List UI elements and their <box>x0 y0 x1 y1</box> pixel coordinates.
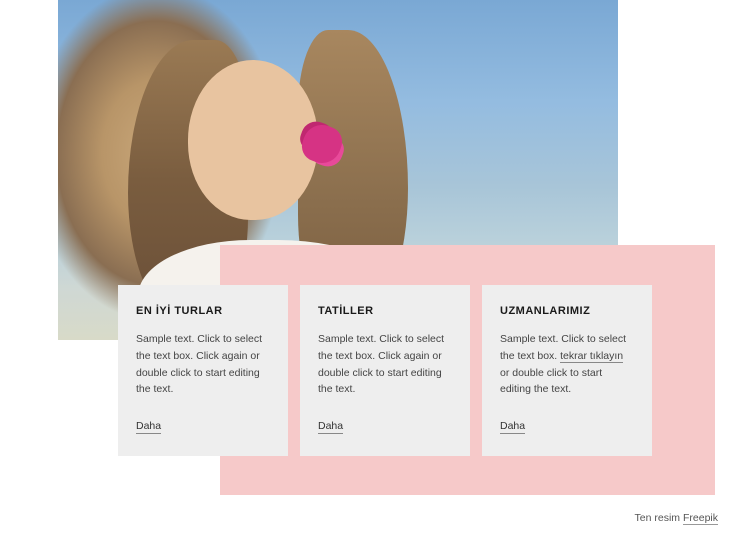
card-text: Sample text. Click to select the text bo… <box>318 331 452 398</box>
more-link[interactable]: Daha <box>318 420 343 434</box>
inline-again-link[interactable]: tekrar tıklayın <box>560 350 623 363</box>
image-attribution: Ten resim Freepik <box>635 512 718 524</box>
card-experts: UZMANLARIMIZ Sample text. Click to selec… <box>482 285 652 456</box>
card-title: UZMANLARIMIZ <box>500 305 634 317</box>
card-text: Sample text. Click to select the text bo… <box>136 331 270 398</box>
attribution-link[interactable]: Freepik <box>683 512 718 525</box>
cards-container: EN İYİ TURLAR Sample text. Click to sele… <box>118 285 652 456</box>
card-holidays: TATİLLER Sample text. Click to select th… <box>300 285 470 456</box>
more-link[interactable]: Daha <box>500 420 525 434</box>
card-best-tours: EN İYİ TURLAR Sample text. Click to sele… <box>118 285 288 456</box>
card-title: EN İYİ TURLAR <box>136 305 270 317</box>
card-text: Sample text. Click to select the text bo… <box>500 331 634 398</box>
card-title: TATİLLER <box>318 305 452 317</box>
more-link[interactable]: Daha <box>136 420 161 434</box>
